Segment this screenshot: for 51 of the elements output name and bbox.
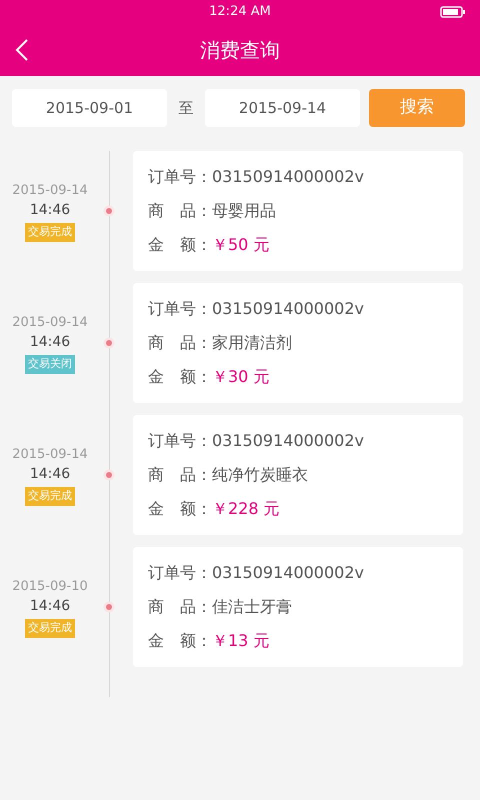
status-time: 12:24 AM <box>209 3 271 22</box>
order-card[interactable]: 订单号：03150914000002v 商 品：母婴用品 金 额：￥50 元 <box>133 151 463 271</box>
amount-label: 金 额： <box>148 498 212 520</box>
order-card[interactable]: 订单号：03150914000002v 商 品：纯净竹炭睡衣 金 额：￥228 元 <box>133 415 463 535</box>
product-label: 商 品： <box>148 332 212 354</box>
battery-icon <box>440 6 466 18</box>
order-date: 2015-09-14 <box>12 446 88 464</box>
product-name: 母婴用品 <box>212 200 276 222</box>
order-date: 2015-09-10 <box>12 578 88 596</box>
order-time: 14:46 <box>30 201 70 220</box>
product-label: 商 品： <box>148 596 212 618</box>
amount-label: 金 额： <box>148 630 212 652</box>
amount-value: ￥228 元 <box>212 498 280 520</box>
amount-value: ￥13 元 <box>212 630 270 652</box>
order-date: 2015-09-14 <box>12 182 88 200</box>
order-time: 14:46 <box>30 597 70 616</box>
amount-value: ￥30 元 <box>212 366 270 388</box>
product-name: 家用清洁剂 <box>212 332 292 354</box>
start-date-field[interactable]: 2015-09-01 <box>12 89 167 127</box>
status-tag: 交易完成 <box>25 487 75 506</box>
status-tag: 交易完成 <box>25 223 75 242</box>
status-tag: 交易关闭 <box>25 355 75 374</box>
page-title: 消费查询 <box>200 37 280 64</box>
timeline-dot-icon <box>103 601 115 613</box>
order-number: 03150914000002v <box>212 430 364 452</box>
order-label: 订单号： <box>148 298 212 320</box>
order-number: 03150914000002v <box>212 562 364 584</box>
end-date-field[interactable]: 2015-09-14 <box>205 89 360 127</box>
order-label: 订单号： <box>148 562 212 584</box>
order-card[interactable]: 订单号：03150914000002v 商 品：佳洁士牙膏 金 额：￥13 元 <box>133 547 463 667</box>
order-label: 订单号： <box>148 430 212 452</box>
product-label: 商 品： <box>148 200 212 222</box>
order-card[interactable]: 订单号：03150914000002v 商 品：家用清洁剂 金 额：￥30 元 <box>133 283 463 403</box>
product-label: 商 品： <box>148 464 212 486</box>
timeline-dot-icon <box>103 469 115 481</box>
back-icon <box>15 38 29 62</box>
order-label: 订单号： <box>148 166 212 188</box>
product-name: 佳洁士牙膏 <box>212 596 292 618</box>
amount-label: 金 额： <box>148 234 212 256</box>
date-separator: 至 <box>178 98 194 119</box>
amount-label: 金 额： <box>148 366 212 388</box>
order-number: 03150914000002v <box>212 298 364 320</box>
amount-value: ￥50 元 <box>212 234 270 256</box>
order-date: 2015-09-14 <box>12 314 88 332</box>
order-number: 03150914000002v <box>212 166 364 188</box>
timeline-dot-icon <box>103 205 115 217</box>
timeline-dot-icon <box>103 337 115 349</box>
product-name: 纯净竹炭睡衣 <box>212 464 308 486</box>
order-time: 14:46 <box>30 333 70 352</box>
status-tag: 交易完成 <box>25 619 75 638</box>
order-time: 14:46 <box>30 465 70 484</box>
